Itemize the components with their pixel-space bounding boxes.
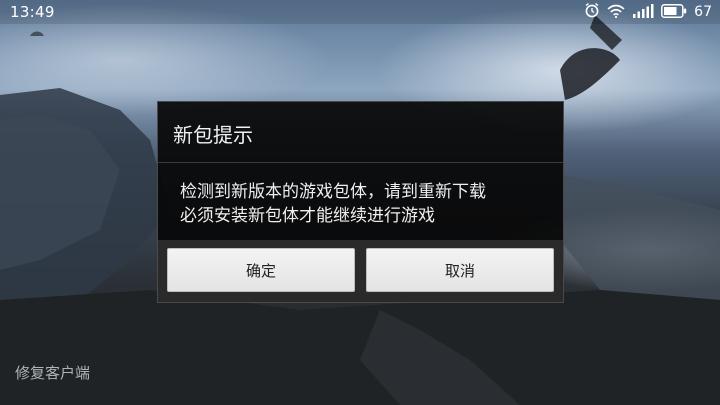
repair-client-link[interactable]: 修复客户端 <box>15 362 90 383</box>
signal-icon <box>632 3 654 22</box>
wifi-icon <box>607 3 625 22</box>
dialog-divider <box>158 162 563 163</box>
battery-level: 67 <box>694 4 712 20</box>
status-time: 13:49 <box>10 3 55 21</box>
alarm-icon <box>584 2 600 22</box>
game-screen: 13:49 67 新包提示 检测到新版本的游戏包体，请到重新下载 必须安装新包体… <box>0 0 720 405</box>
status-bar: 13:49 67 <box>0 0 720 24</box>
status-icons: 67 <box>584 2 712 22</box>
dialog-button-bar: 确定 取消 <box>158 240 563 302</box>
dialog-title: 新包提示 <box>173 123 253 147</box>
battery-icon <box>661 3 687 22</box>
cancel-button[interactable]: 取消 <box>366 248 554 292</box>
dialog-message-line-2: 必须安装新包体才能继续进行游戏 <box>180 206 435 226</box>
confirm-button[interactable]: 确定 <box>167 248 355 292</box>
dialog-message-line-1: 检测到新版本的游戏包体，请到重新下载 <box>180 182 486 202</box>
new-package-dialog: 新包提示 检测到新版本的游戏包体，请到重新下载 必须安装新包体才能继续进行游戏 … <box>157 101 564 303</box>
